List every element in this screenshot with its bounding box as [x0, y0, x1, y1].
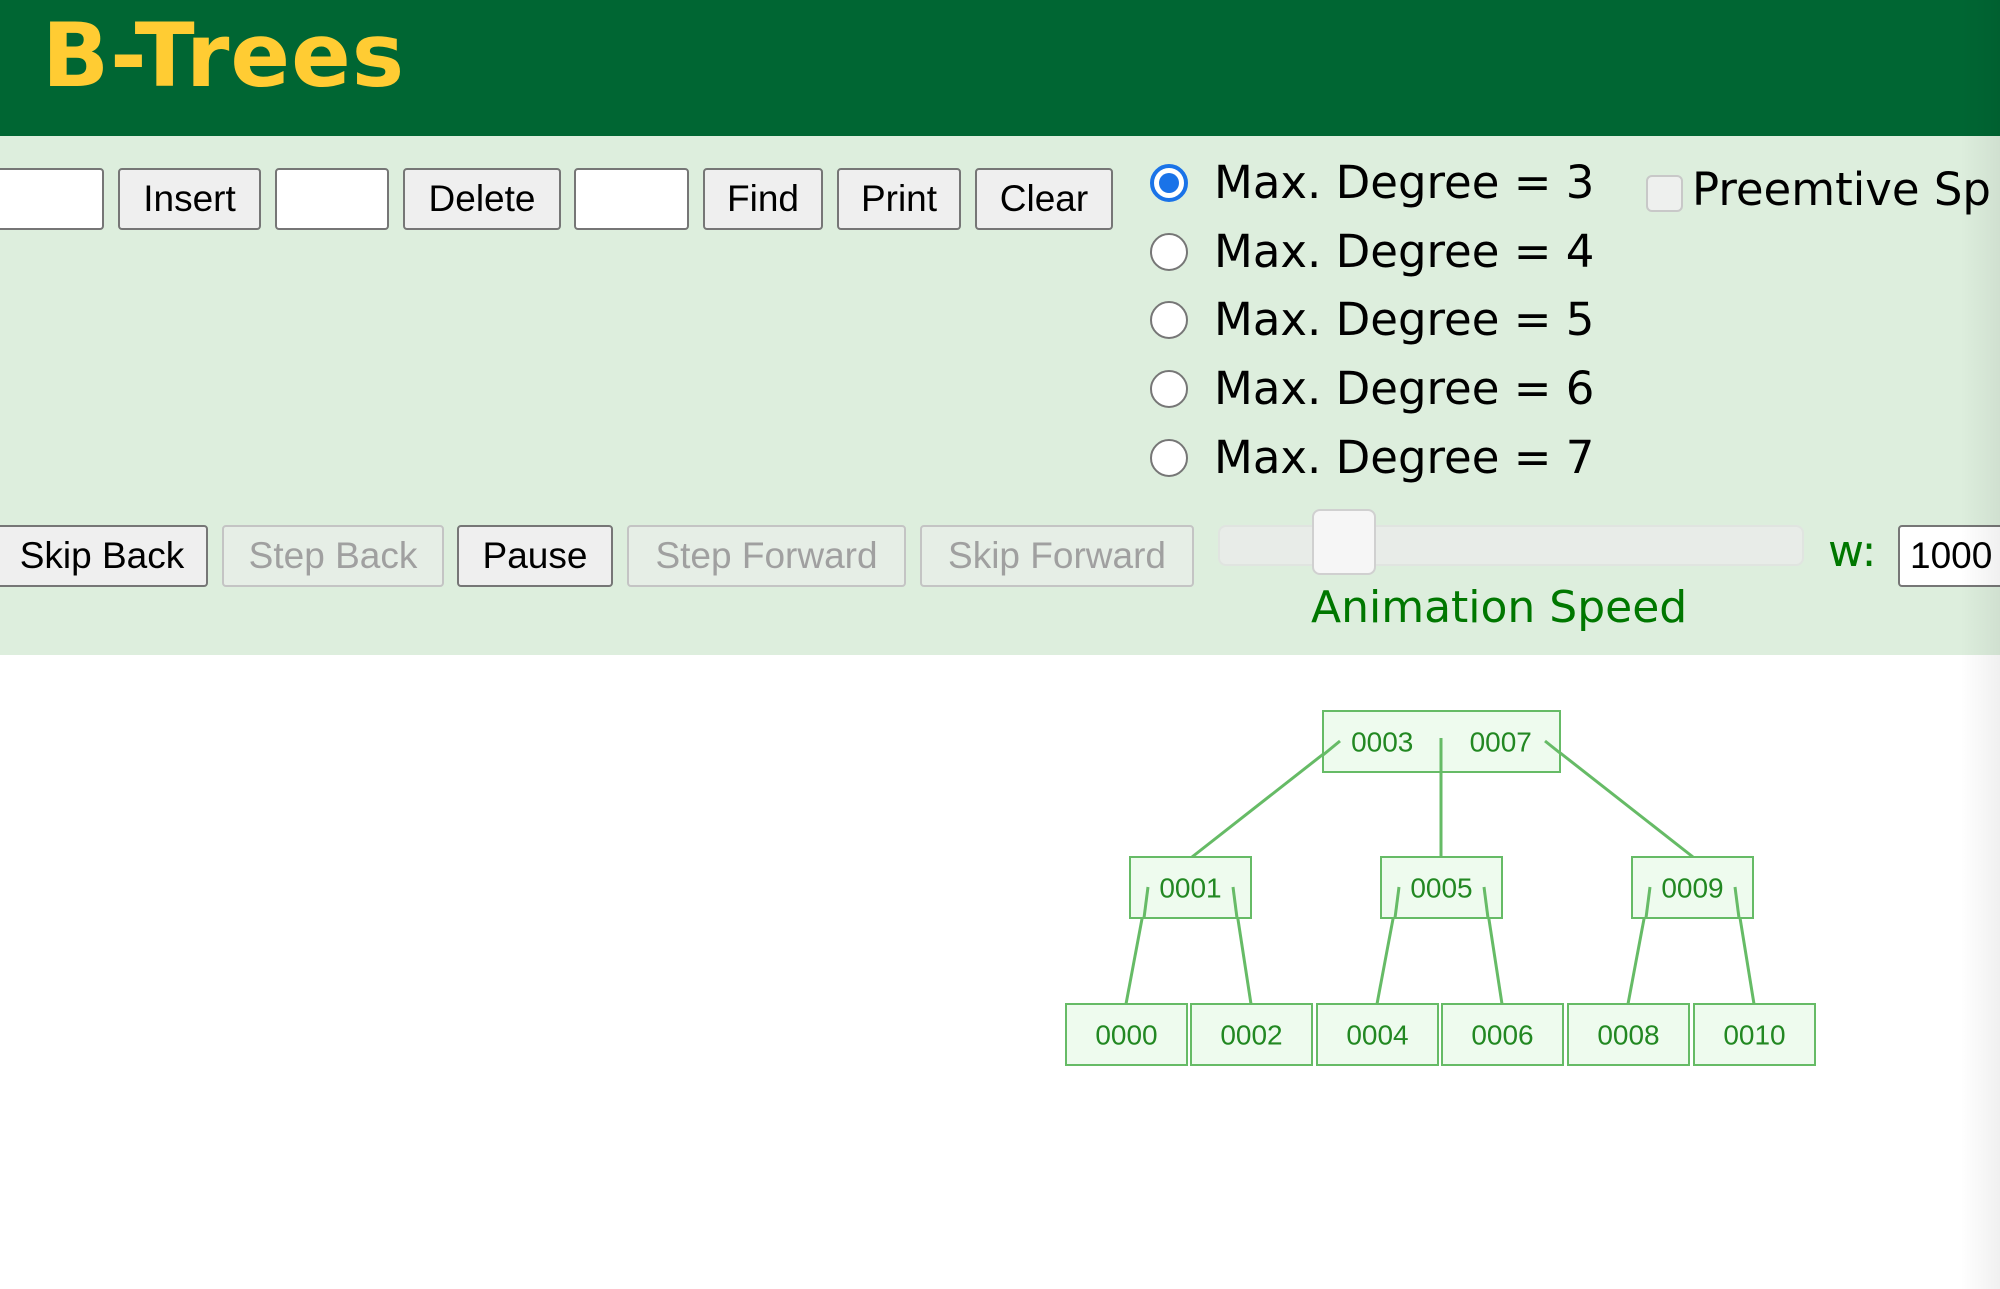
page-edge-shadow	[1960, 0, 2000, 1289]
degree-6-radio[interactable]	[1150, 370, 1188, 408]
degree-4-radio[interactable]	[1150, 233, 1188, 271]
animation-speed-slider[interactable]	[1218, 525, 1804, 566]
degree-6-label: Max. Degree = 6	[1214, 362, 1595, 415]
degree-7-radio[interactable]	[1150, 439, 1188, 477]
node-key: 0007	[1470, 727, 1532, 758]
slider-thumb[interactable]	[1312, 509, 1376, 575]
degree-3-radio[interactable]	[1150, 164, 1188, 202]
width-label: w:	[1828, 526, 1877, 577]
insert-input[interactable]	[0, 168, 104, 230]
skip-back-button[interactable]: Skip Back	[0, 525, 208, 587]
find-input[interactable]	[574, 168, 689, 230]
step-forward-button[interactable]: Step Forward	[627, 525, 906, 587]
node-key: 0008	[1597, 1020, 1659, 1051]
print-button[interactable]: Print	[837, 168, 961, 230]
degree-4-label: Max. Degree = 4	[1214, 225, 1595, 278]
preemptive-split-checkbox[interactable]	[1646, 175, 1683, 212]
node-key: 0004	[1346, 1020, 1408, 1051]
node-key: 0010	[1723, 1020, 1785, 1051]
node-key: 0006	[1471, 1020, 1533, 1051]
skip-forward-button[interactable]: Skip Forward	[920, 525, 1194, 587]
node-key: 0002	[1220, 1020, 1282, 1051]
node-key: 0000	[1095, 1020, 1157, 1051]
page-title: B-Trees	[42, 4, 406, 107]
node-key: 0001	[1159, 873, 1221, 904]
node-key: 0003	[1351, 727, 1413, 758]
degree-7-label: Max. Degree = 7	[1214, 431, 1595, 484]
tree-edge	[1191, 739, 1341, 859]
node-key: 0005	[1410, 873, 1472, 904]
step-back-button[interactable]: Step Back	[222, 525, 444, 587]
node-key: 0009	[1661, 873, 1723, 904]
animation-speed-label: Animation Speed	[1311, 582, 1688, 633]
pause-button[interactable]: Pause	[457, 525, 613, 587]
degree-3-label: Max. Degree = 3	[1214, 156, 1595, 209]
header: B-Trees	[0, 0, 2000, 136]
clear-button[interactable]: Clear	[975, 168, 1113, 230]
delete-input[interactable]	[275, 168, 389, 230]
degree-5-radio[interactable]	[1150, 301, 1188, 339]
tree-edge	[1544, 739, 1694, 859]
delete-button[interactable]: Delete	[403, 168, 561, 230]
degree-5-label: Max. Degree = 5	[1214, 293, 1595, 346]
btree-canvas: 0003 0007 0001 0005 0009 0000 0002 0004 0006 0008…	[1065, 710, 1816, 1066]
insert-button[interactable]: Insert	[118, 168, 261, 230]
preemptive-split-label: Preemtive Sp	[1692, 163, 1991, 216]
find-button[interactable]: Find	[703, 168, 823, 230]
